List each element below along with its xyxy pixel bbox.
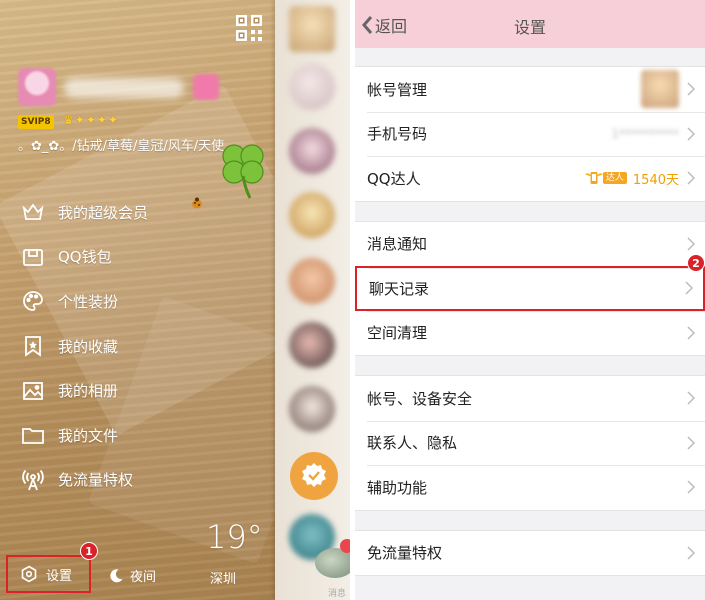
row-phone-number[interactable]: 手机号码 1********** xyxy=(355,111,705,157)
chevron-right-icon xyxy=(687,480,695,494)
settings-screen: 返回 设置 帐号管理 手机号码 1********** QQ达人 达人 1540… xyxy=(355,0,705,600)
qr-code-icon[interactable] xyxy=(235,14,263,42)
title-bar: 返回 设置 xyxy=(355,0,705,48)
contact-avatar[interactable] xyxy=(289,64,335,110)
row-contacts-privacy[interactable]: 联系人、隐私 xyxy=(355,420,705,466)
step-marker-1: 1 xyxy=(80,542,98,560)
row-account-management[interactable]: 帐号管理 xyxy=(355,67,705,112)
menu-label: 我的相册 xyxy=(58,382,119,401)
row-label: 空间清理 xyxy=(367,324,428,343)
menu-label: 我的收藏 xyxy=(58,337,119,356)
chevron-right-icon xyxy=(687,326,695,340)
row-label: 帐号、设备安全 xyxy=(367,389,473,408)
row-account-device-security[interactable]: 帐号、设备安全 xyxy=(355,376,705,421)
palette-icon xyxy=(20,288,46,314)
talent-days: 1540天 xyxy=(632,172,679,188)
row-chat-history[interactable]: 聊天记录 xyxy=(355,266,705,311)
weather-city[interactable]: 深圳 xyxy=(210,568,236,587)
row-free-data-privilege[interactable]: 免流量特权 xyxy=(355,531,705,576)
svip-badge[interactable]: SVIP8 xyxy=(18,115,54,129)
bookmark-star-icon xyxy=(20,333,46,359)
menu-label: 我的超级会员 xyxy=(58,203,149,222)
hexagon-settings-icon xyxy=(21,565,37,583)
folder-icon xyxy=(20,422,46,448)
menu-files[interactable]: 我的文件 xyxy=(20,413,250,458)
settings-button[interactable]: 设置 xyxy=(6,555,91,593)
chevron-right-icon xyxy=(687,546,695,560)
menu-personal-theme[interactable]: 个性装扮 xyxy=(20,279,250,324)
page-title: 设置 xyxy=(513,18,546,37)
settings-label: 设置 xyxy=(46,568,73,584)
contact-avatar[interactable] xyxy=(289,322,335,368)
signal-tower-icon xyxy=(20,467,46,493)
wallet-icon xyxy=(20,244,46,270)
talent-badge: 达人 xyxy=(583,170,627,186)
menu-free-data[interactable]: 免流量特权 xyxy=(20,458,250,503)
step-marker-2: 2 xyxy=(687,254,705,272)
winged-phone-icon xyxy=(584,172,603,185)
checkmark-badge-icon[interactable] xyxy=(290,452,338,500)
crown-icon xyxy=(20,199,46,225)
user-avatar[interactable] xyxy=(18,68,56,106)
unread-dot xyxy=(340,539,350,553)
phone-value-blurred: 1********** xyxy=(611,126,679,141)
menu-qq-wallet[interactable]: QQ钱包 xyxy=(20,235,250,280)
talent-label: 达人 xyxy=(602,172,627,185)
row-label: 帐号管理 xyxy=(367,80,428,99)
weather-temperature[interactable]: 19° xyxy=(206,518,263,556)
row-accessibility[interactable]: 辅助功能 xyxy=(355,465,705,510)
settings-group-account: 帐号管理 手机号码 1********** QQ达人 达人 1540天 xyxy=(355,66,705,202)
chevron-right-icon xyxy=(687,436,695,450)
moon-icon xyxy=(110,568,123,582)
row-label: 消息通知 xyxy=(367,235,428,254)
settings-group-data: 免流量特权 xyxy=(355,529,705,576)
chevron-right-icon xyxy=(687,391,695,405)
menu-label: 我的文件 xyxy=(58,426,119,445)
night-mode-button[interactable]: 夜间 xyxy=(108,566,156,585)
qq-side-drawer: SVIP8 ♛✦✦✦✦ 。✿_✿。/钻戒/草莓/皇冠/风车/天使... 我的超级… xyxy=(0,0,350,600)
contact-avatar[interactable] xyxy=(289,6,335,52)
chevron-right-icon xyxy=(687,171,695,185)
menu-favorites[interactable]: 我的收藏 xyxy=(20,324,250,369)
settings-group-messages: 消息通知 聊天记录 空间清理 xyxy=(355,220,705,356)
account-avatar xyxy=(641,70,679,109)
row-label: 聊天记录 xyxy=(369,279,430,298)
contact-avatar[interactable] xyxy=(289,128,335,174)
nickname-blurred[interactable] xyxy=(64,78,184,98)
contact-avatar[interactable] xyxy=(289,386,335,432)
menu-label: 免流量特权 xyxy=(58,471,134,490)
chevron-right-icon xyxy=(687,127,695,141)
menu-label: QQ钱包 xyxy=(58,248,112,267)
row-label: 联系人、隐私 xyxy=(367,434,458,453)
conversation-strip: 消息 xyxy=(275,0,350,600)
photo-icon xyxy=(20,378,46,404)
menu-album[interactable]: 我的相册 xyxy=(20,368,250,413)
message-tab-label: 消息 xyxy=(328,589,347,599)
row-label: 免流量特权 xyxy=(367,544,443,563)
chevron-right-icon xyxy=(687,237,695,251)
settings-group-security: 帐号、设备安全 联系人、隐私 辅助功能 xyxy=(355,375,705,511)
level-crown-stars-icon: ♛✦✦✦✦ xyxy=(63,113,119,127)
contact-avatar[interactable] xyxy=(289,192,335,238)
menu-super-member[interactable]: 我的超级会员 xyxy=(20,190,250,235)
nickname-icon xyxy=(193,74,219,100)
chevron-right-icon xyxy=(685,281,693,295)
row-qq-talent[interactable]: QQ达人 达人 1540天 xyxy=(355,156,705,201)
night-label: 夜间 xyxy=(130,570,157,585)
row-label: 辅助功能 xyxy=(367,478,428,497)
row-space-cleanup[interactable]: 空间清理 xyxy=(355,310,705,356)
row-label: QQ达人 xyxy=(367,169,421,188)
contact-avatar[interactable] xyxy=(289,258,335,304)
drawer-menu: 我的超级会员 QQ钱包 个性装扮 我的收藏 我的相册 我的文件 免流量特权 xyxy=(20,190,250,502)
row-message-notifications[interactable]: 消息通知 xyxy=(355,222,705,267)
menu-label: 个性装扮 xyxy=(58,292,119,311)
row-label: 手机号码 xyxy=(367,125,428,144)
chevron-right-icon xyxy=(687,82,695,96)
